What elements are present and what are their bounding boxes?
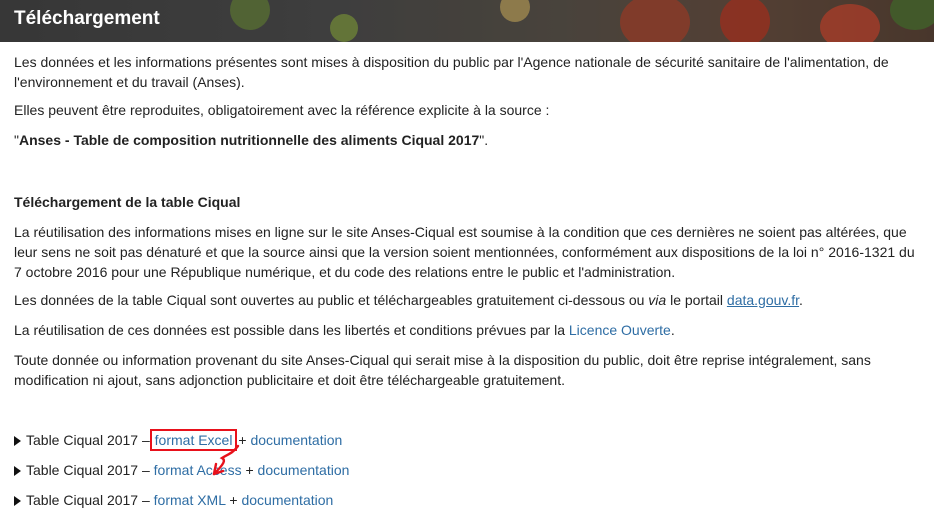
open-data-text: Les données de la table Ciqual sont ouve… <box>14 292 649 308</box>
citation-line: "Anses - Table de composition nutritionn… <box>14 130 488 150</box>
format-xml-link[interactable]: format XML <box>154 492 226 508</box>
citation-close-quote: ". <box>479 132 489 148</box>
header-banner: Téléchargement <box>0 0 934 42</box>
open-data-paragraph: Les données de la table Ciqual sont ouve… <box>14 290 803 310</box>
documentation-link[interactable]: documentation <box>258 462 350 478</box>
citation-text: Anses - Table de composition nutritionne… <box>18 132 480 148</box>
period: . <box>799 292 803 308</box>
period: . <box>670 322 675 338</box>
plus-separator: + <box>225 492 242 508</box>
download-item-xml: Table Ciqual 2017 – format XML + documen… <box>14 490 333 510</box>
license-text: La réutilisation de ces données est poss… <box>14 322 569 338</box>
download-label: Table Ciqual 2017 – <box>26 492 154 508</box>
download-item-excel: Table Ciqual 2017 – format Excel + docum… <box>14 429 342 451</box>
license-paragraph: La réutilisation de ces données est poss… <box>14 320 675 340</box>
reuse-conditions-paragraph: La réutilisation des informations mises … <box>14 224 915 280</box>
section-heading: Téléchargement de la table Ciqual <box>14 194 241 210</box>
integrity-paragraph: Toute donnée ou information provenant du… <box>14 352 871 388</box>
documentation-link[interactable]: documentation <box>241 492 333 508</box>
bullet-triangle-icon <box>14 466 21 476</box>
bullet-triangle-icon <box>14 496 21 506</box>
via-text: via <box>648 292 667 308</box>
page-title: Téléchargement <box>14 8 160 29</box>
reproduction-paragraph: Elles peuvent être reproduites, obligato… <box>14 102 550 118</box>
portal-text: le portail <box>666 292 727 308</box>
download-label: Table Ciqual 2017 – <box>26 432 154 448</box>
data-gouv-link[interactable]: data.gouv.fr <box>727 292 799 308</box>
download-item-access: Table Ciqual 2017 – format Access + docu… <box>14 460 349 480</box>
bullet-triangle-icon <box>14 436 21 446</box>
download-label: Table Ciqual 2017 – <box>26 462 154 478</box>
red-arrow-icon <box>212 444 240 476</box>
plus-separator: + <box>241 462 258 478</box>
documentation-link[interactable]: documentation <box>250 432 342 448</box>
licence-ouverte-link[interactable]: Licence Ouverte <box>569 322 671 338</box>
intro-paragraph: Les données et les informations présente… <box>14 54 889 90</box>
